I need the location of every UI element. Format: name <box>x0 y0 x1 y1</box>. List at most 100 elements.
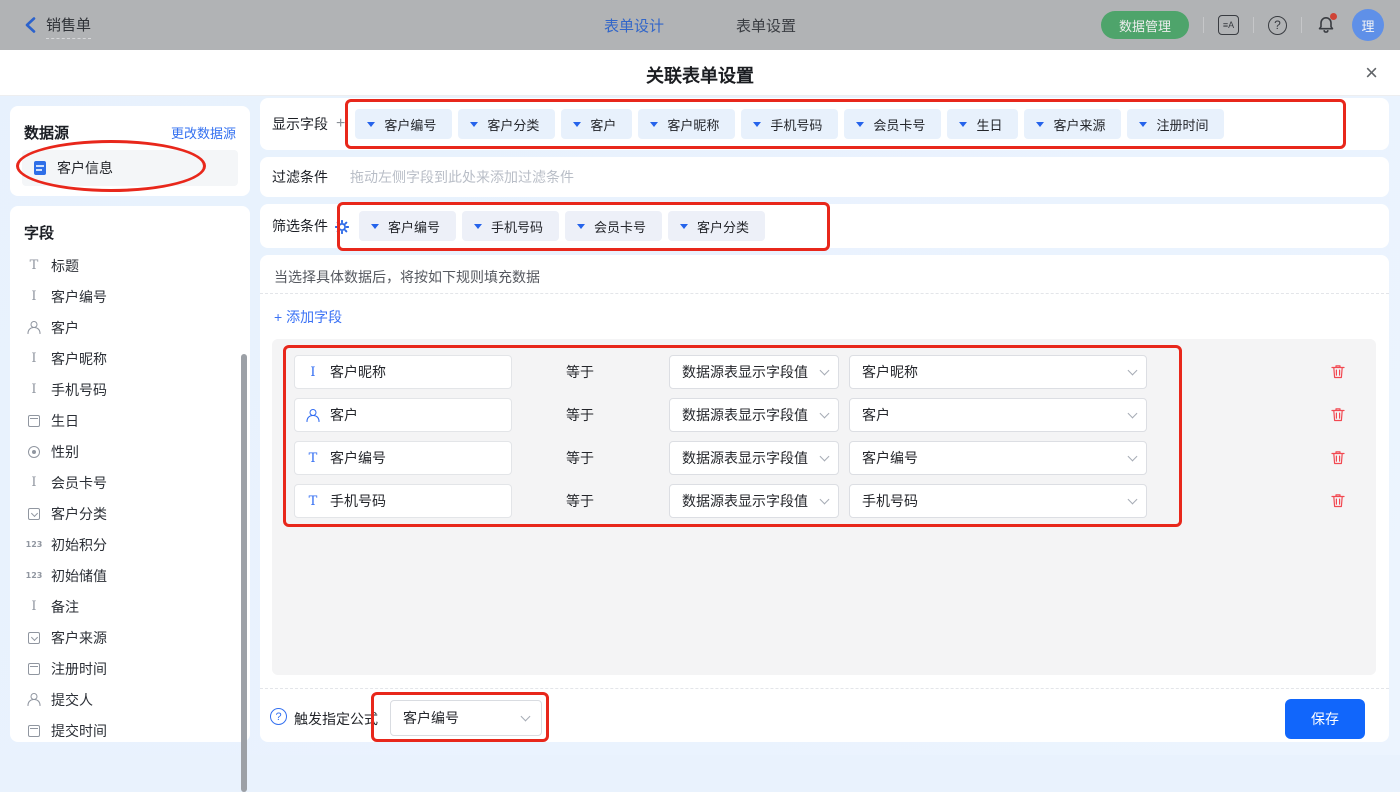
field-item[interactable]: 客户来源 <box>18 622 240 653</box>
data-manage-button[interactable]: 数据管理 <box>1101 11 1189 39</box>
text-icon: I <box>26 382 42 398</box>
rule-operator: 等于 <box>566 362 594 382</box>
screen-condition-chips: 客户编号 手机号码 会员卡号 客户分类 <box>359 211 765 241</box>
delete-rule-icon[interactable] <box>1330 449 1346 471</box>
rule-value-select[interactable]: 客户 <box>849 398 1147 432</box>
field-item[interactable]: 123初始积分 <box>18 529 240 560</box>
field-chip[interactable]: 客户昵称 <box>638 109 735 139</box>
avatar[interactable]: 理 <box>1352 9 1384 41</box>
rule-field-box[interactable]: T手机号码 <box>294 484 512 518</box>
field-chip[interactable]: 会员卡号 <box>565 211 662 241</box>
text-icon: I <box>26 599 42 615</box>
field-item[interactable]: 客户 <box>18 312 240 343</box>
rule-source-select[interactable]: 数据源表显示字段值 <box>669 441 839 475</box>
caret-down-icon <box>470 122 478 127</box>
field-item[interactable]: T标题 <box>18 250 240 281</box>
field-chip[interactable]: 会员卡号 <box>844 109 941 139</box>
field-chip[interactable]: 客户分类 <box>668 211 765 241</box>
rule-source-select[interactable]: 数据源表显示字段值 <box>669 355 839 389</box>
caret-down-icon <box>474 224 482 229</box>
add-field-link[interactable]: + 添加字段 <box>274 307 342 327</box>
field-item[interactable]: I 客户编号 <box>18 281 240 312</box>
field-chip[interactable]: 客户编号 <box>355 109 452 139</box>
text-icon: T <box>305 450 321 466</box>
field-item[interactable]: 注册时间 <box>18 653 240 684</box>
field-chip[interactable]: 客户来源 <box>1024 109 1121 139</box>
rule-value-select[interactable]: 客户昵称 <box>849 355 1147 389</box>
delete-rule-icon[interactable] <box>1330 406 1346 428</box>
field-chip[interactable]: 注册时间 <box>1127 109 1224 139</box>
field-item[interactable]: 性别 <box>18 436 240 467</box>
field-label: 注册时间 <box>51 659 107 679</box>
rule-value-select[interactable]: 客户编号 <box>849 441 1147 475</box>
datasource-panel: 数据源 更改数据源 客户信息 <box>10 106 250 196</box>
field-chip[interactable]: 生日 <box>947 109 1018 139</box>
calendar-icon <box>26 661 42 677</box>
chevron-down-icon <box>820 452 830 462</box>
chevron-down-icon <box>1128 409 1138 419</box>
field-item[interactable]: I备注 <box>18 591 240 622</box>
notification-dot <box>1330 13 1337 20</box>
delete-rule-icon[interactable] <box>1330 492 1346 514</box>
field-chip[interactable]: 客户分类 <box>458 109 555 139</box>
rule-field-box[interactable]: T客户编号 <box>294 441 512 475</box>
field-item[interactable]: 提交人 <box>18 684 240 715</box>
tab-form-design[interactable]: 表单设计 <box>604 15 664 36</box>
chevron-down-icon <box>1128 452 1138 462</box>
field-item[interactable]: I客户昵称 <box>18 343 240 374</box>
rule-field-box[interactable]: 客户 <box>294 398 512 432</box>
field-chip[interactable]: 手机号码 <box>741 109 838 139</box>
chip-label: 客户编号 <box>384 115 436 134</box>
chip-label: 注册时间 <box>1156 115 1208 134</box>
screen: 销售单 表单设计 表单设置 数据管理 ≡A ? 理 关联表单设置 × 数据源 更… <box>0 0 1400 755</box>
chip-label: 会员卡号 <box>594 217 646 236</box>
chip-label: 客户分类 <box>487 115 539 134</box>
formula-help-icon[interactable]: ? <box>270 708 287 725</box>
filter-dropzone[interactable]: 拖动左侧字段到此处来添加过滤条件 <box>350 167 574 187</box>
rule-source-select[interactable]: 数据源表显示字段值 <box>669 484 839 518</box>
text-icon: I <box>26 289 42 305</box>
caret-down-icon <box>1036 122 1044 127</box>
close-icon[interactable]: × <box>1365 60 1378 86</box>
field-item[interactable]: 提交时间 <box>18 715 240 746</box>
caret-down-icon <box>680 224 688 229</box>
caret-down-icon <box>367 122 375 127</box>
delete-rule-icon[interactable] <box>1330 363 1346 385</box>
rule-field-box[interactable]: I客户昵称 <box>294 355 512 389</box>
heading-icon: T <box>26 258 42 274</box>
field-label: 会员卡号 <box>51 473 107 493</box>
gear-icon[interactable] <box>335 220 349 234</box>
rule-source-select[interactable]: 数据源表显示字段值 <box>669 398 839 432</box>
notification-bell-icon[interactable] <box>1316 14 1338 36</box>
rule-value-select[interactable]: 手机号码 <box>849 484 1147 518</box>
help-icon[interactable]: ? <box>1268 16 1287 35</box>
datasource-title: 数据源 <box>24 122 69 143</box>
field-chip[interactable]: 手机号码 <box>462 211 559 241</box>
fields-title: 字段 <box>24 222 54 243</box>
formula-select[interactable]: 客户编号 <box>390 700 542 736</box>
contacts-icon[interactable]: ≡A <box>1218 15 1239 35</box>
form-doc-icon <box>32 160 48 176</box>
scrollbar[interactable] <box>241 354 247 792</box>
change-datasource-link[interactable]: 更改数据源 <box>171 123 236 142</box>
fill-rules-panel: 当选择具体数据后，将按如下规则填充数据 + 添加字段 I客户昵称 等于 数据源表… <box>260 255 1389 742</box>
text-icon: I <box>305 364 321 380</box>
chip-label: 会员卡号 <box>873 115 925 134</box>
field-chip[interactable]: 客户 <box>561 109 632 139</box>
datasource-item[interactable]: 客户信息 <box>22 150 238 186</box>
field-chip[interactable]: 客户编号 <box>359 211 456 241</box>
field-item[interactable]: 客户分类 <box>18 498 240 529</box>
rules-container: I客户昵称 等于 数据源表显示字段值 客户昵称 客户 等于 数据源表显示字段值 … <box>272 339 1376 675</box>
field-item[interactable]: I会员卡号 <box>18 467 240 498</box>
field-label: 客户编号 <box>51 287 107 307</box>
save-button[interactable]: 保存 <box>1285 699 1365 739</box>
field-label: 手机号码 <box>51 380 107 400</box>
field-item[interactable]: I 手机号码 <box>18 374 240 405</box>
field-item[interactable]: 生日 <box>18 405 240 436</box>
tab-form-settings[interactable]: 表单设置 <box>736 15 796 36</box>
display-fields-label: 显示字段 <box>272 114 328 134</box>
field-item[interactable]: 123初始储值 <box>18 560 240 591</box>
chip-label: 客户分类 <box>697 217 749 236</box>
select-value: 客户编号 <box>862 448 918 468</box>
add-display-field-button[interactable]: + <box>336 115 345 133</box>
